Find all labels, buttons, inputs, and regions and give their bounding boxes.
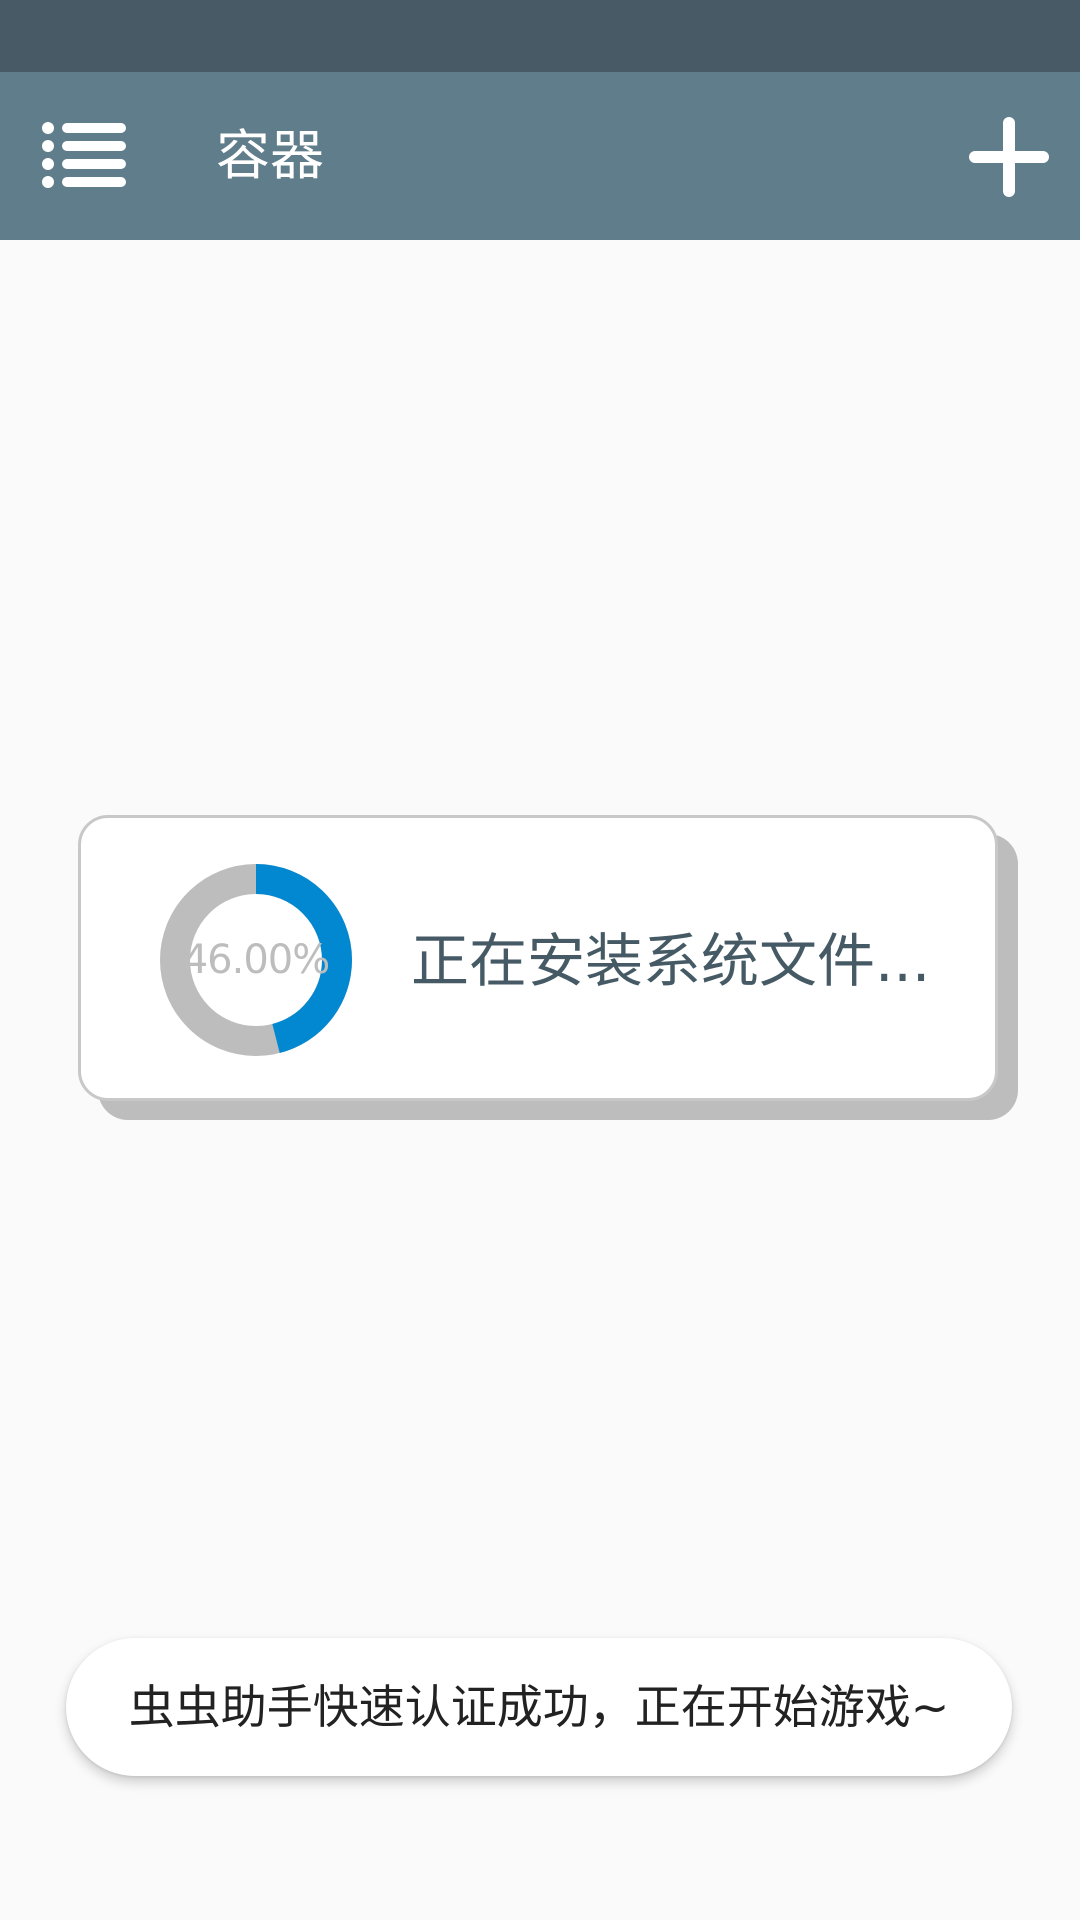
menu-button[interactable] <box>28 110 138 200</box>
install-status-message: 正在安装系统文件... <box>411 927 931 995</box>
toast-notification: 虫虫助手快速认证成功，正在开始游戏~ <box>66 1638 1012 1776</box>
app-bar: 容器 <box>0 72 1080 240</box>
page-title: 容器 <box>216 124 324 187</box>
plus-icon <box>969 117 1049 197</box>
progress-ring: 46.00% <box>158 862 354 1058</box>
menu-list-icon <box>42 122 126 188</box>
install-progress-dialog: 46.00% 正在安装系统文件... <box>78 815 998 1101</box>
progress-percent-label: 46.00% <box>182 937 331 983</box>
add-button[interactable] <box>954 102 1064 212</box>
toast-message: 虫虫助手快速认证成功，正在开始游戏~ <box>128 1680 950 1734</box>
status-bar <box>0 0 1080 72</box>
